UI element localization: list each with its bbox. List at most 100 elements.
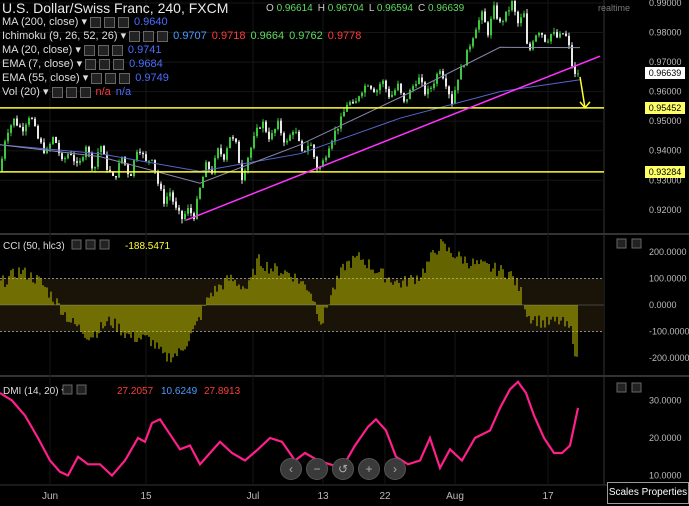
indicator-row[interactable]: Vol (20) ▾ n/a n/a [2, 86, 131, 99]
candle-body [448, 86, 450, 95]
indicator-setting-button[interactable] [111, 44, 123, 56]
candle-body [154, 159, 156, 172]
candle-body [325, 157, 327, 161]
indicator-setting-button[interactable] [79, 86, 91, 98]
zoom-in-button[interactable]: + [358, 458, 380, 480]
candle-body [235, 138, 237, 142]
candle-body [379, 84, 381, 91]
candle-body [349, 101, 351, 105]
candle-body [190, 207, 192, 214]
candle-body [523, 13, 525, 18]
indicator-setting-button[interactable] [65, 86, 77, 98]
indicator-setting-button[interactable] [99, 58, 111, 70]
candle-body [286, 140, 288, 143]
candle-body [460, 66, 462, 80]
candle-body [163, 189, 165, 204]
indicator-setting-button[interactable] [157, 30, 169, 42]
zoom-out-button[interactable]: − [306, 458, 328, 480]
candle-body [229, 137, 231, 149]
candle-body [223, 154, 225, 160]
scales-properties-button[interactable]: Scales Properties [607, 482, 689, 504]
candle-body [181, 210, 183, 220]
candle-body [52, 137, 54, 145]
candle-body [361, 92, 363, 97]
indicator-setting-button[interactable] [97, 44, 109, 56]
pane-arrange-button [616, 238, 627, 249]
cci-pane[interactable]: CCI (50, hlc3) -188.5471 [0, 238, 642, 363]
cci-title: CCI (50, hlc3) [3, 241, 65, 252]
indicator-setting-button[interactable] [105, 72, 117, 84]
candle-body [76, 161, 78, 163]
indicator-label: Vol (20) ▾ [2, 86, 49, 98]
candle-body [526, 13, 528, 44]
candle-body [409, 89, 411, 100]
candle-body [268, 131, 270, 140]
candle-body [382, 80, 384, 85]
indicator-setting-button[interactable] [51, 86, 63, 98]
scroll-left-button[interactable]: ‹ [280, 458, 302, 480]
candle-body [103, 146, 105, 155]
candle-body [127, 164, 129, 175]
candle-body [172, 192, 174, 202]
candle-body [328, 148, 330, 158]
candle-body [442, 70, 444, 79]
candle-body [118, 163, 120, 178]
indicator-setting-button[interactable] [119, 72, 131, 84]
candle-body [520, 17, 522, 24]
candle-body [517, 11, 519, 24]
candle-body [343, 111, 345, 117]
indicator-setting-button[interactable] [83, 44, 95, 56]
candle-body [70, 154, 72, 156]
indicator-row[interactable]: MA (20, close) ▾ 0.9741 [2, 44, 162, 57]
indicator-setting-button [71, 239, 82, 250]
indicator-setting-button [76, 384, 87, 395]
candle-body [22, 127, 24, 132]
candle-body [418, 77, 420, 85]
candle-body [454, 90, 456, 104]
ohlc-value: 0.96704 [327, 3, 364, 14]
indicator-setting-button[interactable] [143, 30, 155, 42]
indicator-row[interactable]: EMA (7, close) ▾ 0.9684 [2, 58, 163, 71]
indicator-setting-button[interactable] [85, 58, 97, 70]
candle-body [451, 94, 453, 104]
candle-body [88, 146, 90, 154]
indicator-setting-button[interactable] [118, 16, 129, 28]
indicator-row[interactable]: Ichimoku (9, 26, 52, 26) ▾ 0.9707 0.9718 0.… [2, 30, 361, 43]
candle-body [187, 207, 189, 214]
candle-body [535, 35, 537, 42]
candle-body [544, 34, 546, 42]
x-tick-label: Jun [42, 491, 58, 502]
candle-body [259, 127, 261, 129]
candle-body [388, 88, 390, 98]
indicator-setting-button[interactable] [129, 30, 141, 42]
indicator-setting-button[interactable] [91, 72, 103, 84]
candle-body [25, 124, 27, 132]
candle-body [553, 31, 555, 34]
reset-button[interactable]: ↺ [332, 458, 354, 480]
candle-body [274, 129, 276, 134]
candle-body [505, 11, 507, 22]
price-label-box: 0.93284 [645, 165, 685, 178]
indicator-setting-button[interactable] [113, 58, 125, 70]
scroll-right-button[interactable]: › [384, 458, 406, 480]
candle-body [283, 133, 285, 143]
indicator-setting-button[interactable] [104, 16, 115, 28]
candle-body [232, 137, 234, 139]
time-axis[interactable]: Jun 15 Jul 13 22 Aug 17 [42, 491, 554, 502]
candle-body [292, 131, 294, 136]
symbol-title[interactable]: U.S. Dollar/Swiss Franc, 240, FXCM [2, 0, 228, 16]
candle-body [220, 148, 222, 155]
candle-body [175, 201, 177, 208]
cci-tick-label: 100.0000 [649, 273, 687, 283]
indicator-row[interactable]: EMA (55, close) ▾ 0.9749 [2, 72, 169, 85]
candle-body [385, 80, 387, 89]
candle-body [391, 94, 393, 98]
candle-body [340, 116, 342, 129]
candle-body [406, 99, 408, 102]
indicator-value: 0.9778 [327, 30, 362, 42]
candle-body [313, 144, 315, 157]
indicator-row[interactable]: MA (200, close) ▾ 0.9640 [2, 16, 168, 29]
candle-body [352, 101, 354, 104]
indicator-setting-button[interactable] [90, 16, 101, 28]
candle-body [4, 141, 6, 159]
